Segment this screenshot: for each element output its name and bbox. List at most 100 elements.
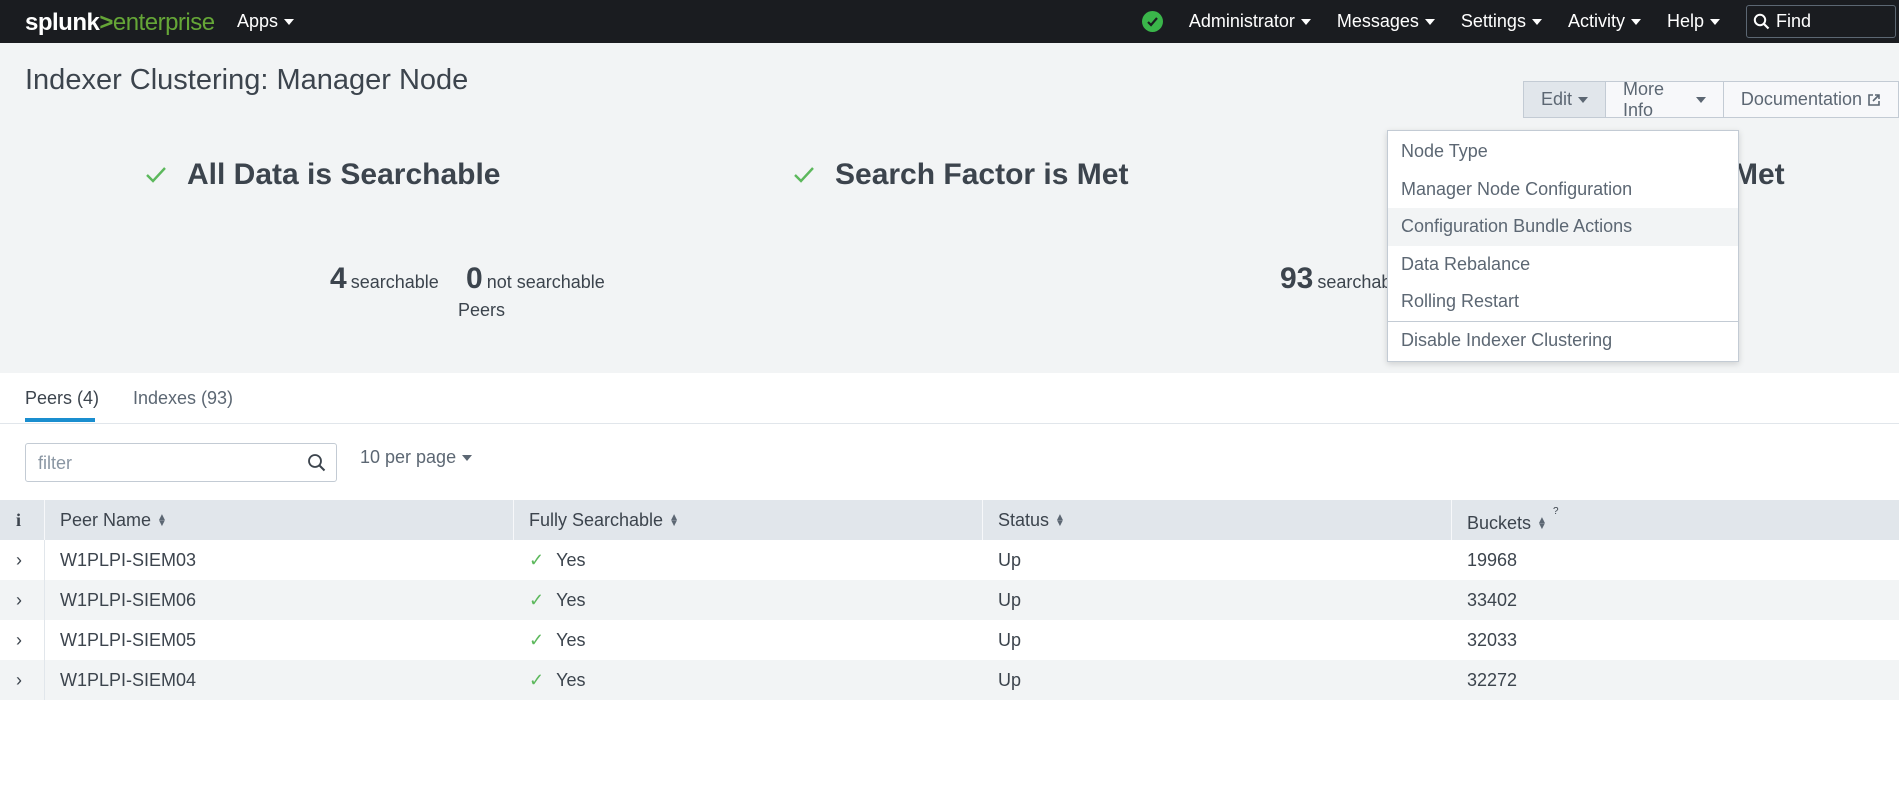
chevron-down-icon — [1695, 96, 1706, 103]
search-factor-summary: Search Factor is Met — [793, 158, 1128, 192]
sort-icon: ▲ ▼ — [1537, 515, 1547, 533]
more-info-button[interactable]: More Info — [1606, 78, 1724, 120]
status-header[interactable]: Status ▲ ▼ — [998, 500, 1065, 540]
find-input[interactable]: Find — [1746, 5, 1896, 38]
chevron-right-icon[interactable]: › — [16, 660, 22, 700]
peer-name-header-label: Peer Name — [60, 510, 152, 530]
peer-name-cell[interactable]: W1PLPI-SIEM05 — [60, 620, 196, 660]
search-factor-label: Search Factor is Met — [835, 158, 1129, 191]
tab-bar: Peers (4) Indexes (93) — [0, 373, 1899, 424]
menu-item-node-type[interactable]: Node Type — [1388, 133, 1738, 171]
edit-button[interactable]: Edit — [1523, 81, 1607, 118]
filter-field[interactable] — [25, 443, 337, 482]
peers-table: i Peer Name ▲ ▼ Fully Searchable ▲ ▼ Status ▲… — [0, 500, 1899, 700]
help-menu[interactable]: Help — [1667, 11, 1720, 32]
documentation-label: Documentation — [1740, 89, 1862, 109]
chevron-down-icon — [1710, 18, 1720, 25]
fully-searchable-cell: ✓ Yes — [529, 580, 585, 620]
column-divider — [44, 620, 45, 660]
tab-peers[interactable]: Peers (4) — [25, 388, 99, 409]
peer-name-cell[interactable]: W1PLPI-SIEM03 — [60, 540, 196, 580]
menu-item-disable-indexer-clustering[interactable]: Disable Indexer Clustering — [1388, 320, 1738, 360]
menu-item-manager-node-configuration[interactable]: Manager Node Configuration — [1388, 171, 1738, 209]
fully-searchable-cell: ✓ Yes — [529, 660, 585, 700]
logo-brand: splunk — [25, 9, 100, 36]
peers-searchable-count: 4 — [330, 262, 347, 295]
documentation-button[interactable]: Documentation — [1723, 81, 1899, 118]
settings-menu[interactable]: Settings — [1461, 11, 1542, 32]
search-icon[interactable] — [307, 453, 326, 472]
chevron-down-icon — [1300, 18, 1311, 25]
table-row: › W1PLPI-SIEM06 ✓ Yes Up 33402 — [0, 580, 1899, 620]
chevron-down-icon — [1531, 18, 1542, 25]
status-cell: Up — [998, 550, 1022, 570]
check-icon: ✓ — [529, 670, 545, 690]
sort-icon: ▲ ▼ — [1055, 512, 1065, 530]
apps-label: Apps — [237, 11, 279, 31]
column-divider — [44, 500, 45, 540]
sort-icon: ▲ ▼ — [669, 512, 679, 530]
fully-searchable-cell: ✓ Yes — [529, 620, 585, 660]
peer-name-cell[interactable]: W1PLPI-SIEM06 — [60, 580, 196, 620]
per-page-select[interactable]: 10 per page — [360, 447, 473, 468]
activity-menu[interactable]: Activity — [1568, 11, 1641, 32]
check-icon: ✓ — [529, 630, 545, 650]
chevron-right-icon[interactable]: › — [16, 620, 22, 660]
filter-input[interactable] — [36, 452, 300, 475]
buckets-header[interactable]: Buckets ▲ ▼? — [1467, 500, 1559, 540]
column-divider — [44, 540, 45, 580]
chevron-right-icon[interactable]: › — [16, 540, 22, 580]
edit-dropdown-menu: Node Type Manager Node Configuration Con… — [1387, 130, 1739, 362]
check-icon: ✓ — [529, 590, 545, 610]
peer-name-cell[interactable]: W1PLPI-SIEM04 — [60, 660, 196, 700]
peers-searchable-stat: 4 searchable — [330, 262, 439, 296]
check-icon: ✓ — [529, 550, 545, 570]
splunk-logo[interactable]: splunk>enterprise — [25, 9, 215, 37]
peers-not-searchable-stat: 0 not searchable — [466, 262, 605, 296]
status-cell: Up — [998, 670, 1022, 690]
info-column-header: i — [16, 510, 22, 530]
chevron-right-icon[interactable]: › — [16, 580, 22, 620]
more-info-label: More Info — [1623, 78, 1665, 120]
table-row: › W1PLPI-SIEM03 ✓ Yes Up 19968 — [0, 540, 1899, 580]
administrator-menu[interactable]: Administrator — [1189, 11, 1311, 32]
apps-menu[interactable]: Apps — [237, 0, 295, 43]
health-status-icon[interactable] — [1141, 11, 1163, 32]
messages-label: Messages — [1336, 11, 1419, 31]
chevron-down-icon — [284, 18, 295, 25]
table-header: i Peer Name ▲ ▼ Fully Searchable ▲ ▼ Status ▲… — [0, 500, 1899, 540]
buckets-cell: 19968 — [1467, 550, 1518, 570]
check-icon — [794, 167, 814, 183]
peers-searchable-label: searchable — [350, 272, 439, 292]
logo-separator: > — [99, 9, 113, 36]
logo-product: enterprise — [112, 9, 215, 36]
top-bar: splunk>enterprise Apps Administrator Mes… — [0, 0, 1899, 43]
menu-item-data-rebalance[interactable]: Data Rebalance — [1388, 246, 1738, 284]
buckets-help-icon[interactable]: ? — [1553, 506, 1559, 517]
table-row: › W1PLPI-SIEM04 ✓ Yes Up 32272 — [0, 660, 1899, 700]
menu-item-rolling-restart[interactable]: Rolling Restart — [1388, 283, 1738, 321]
status-header-label: Status — [998, 510, 1050, 530]
fully-searchable-header-label: Fully Searchable — [529, 510, 664, 530]
status-cell: Up — [998, 630, 1022, 650]
peers-not-searchable-label: not searchable — [486, 272, 605, 292]
buckets-cell: 32272 — [1467, 670, 1518, 690]
chevron-down-icon — [1630, 18, 1641, 25]
peer-name-header[interactable]: Peer Name ▲ ▼ — [60, 500, 167, 540]
page-title: Indexer Clustering: Manager Node — [25, 64, 469, 96]
chevron-down-icon — [462, 454, 473, 461]
settings-label: Settings — [1460, 11, 1526, 31]
fully-searchable-header[interactable]: Fully Searchable ▲ ▼ — [529, 500, 679, 540]
menu-item-configuration-bundle-actions[interactable]: Configuration Bundle Actions — [1388, 208, 1738, 246]
replication-factor-label: Met — [1733, 158, 1785, 191]
active-tab-indicator — [25, 418, 95, 422]
column-divider — [982, 500, 983, 540]
buckets-cell: 33402 — [1467, 590, 1518, 610]
page-actions: Edit More Info Documentation — [1523, 78, 1899, 120]
sort-icon: ▲ ▼ — [157, 512, 167, 530]
fully-searchable-value: Yes — [556, 670, 586, 690]
peers-not-searchable-count: 0 — [466, 262, 483, 295]
tab-indexes[interactable]: Indexes (93) — [133, 388, 233, 409]
chevron-down-icon — [1424, 18, 1435, 25]
messages-menu[interactable]: Messages — [1337, 11, 1435, 32]
